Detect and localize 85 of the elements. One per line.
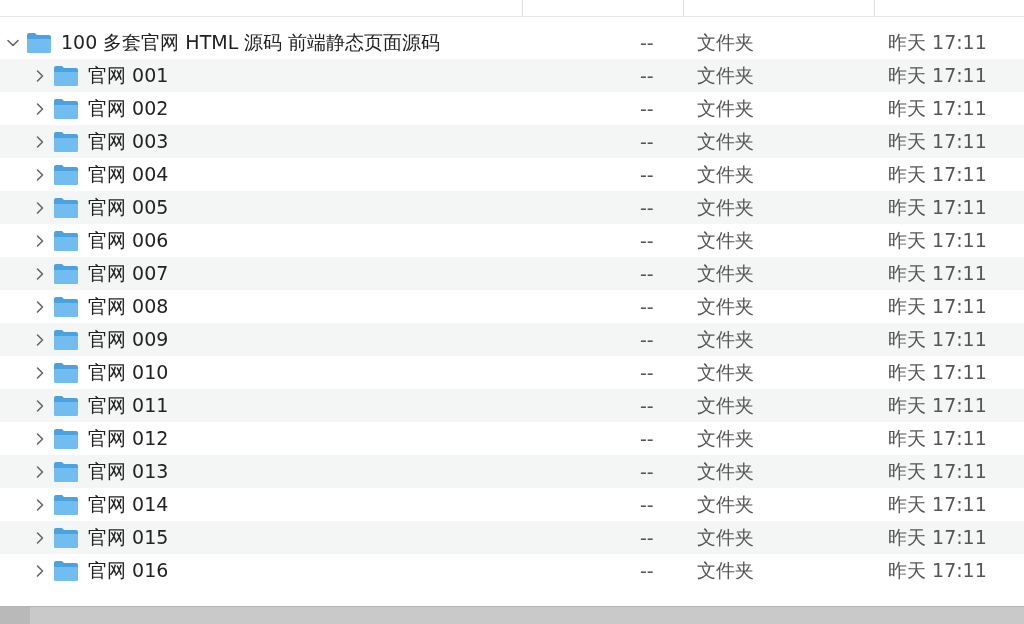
folder-icon	[53, 229, 79, 252]
size-text: --	[640, 229, 655, 252]
date-text: 昨天 17:11	[888, 524, 987, 550]
size-text: --	[640, 31, 655, 54]
folder-icon	[53, 493, 79, 516]
date-text: 昨天 17:11	[888, 425, 987, 451]
size-text: --	[640, 394, 655, 417]
folder-name[interactable]: 官网 005	[88, 194, 169, 221]
folder-name[interactable]: 100 多套官网 HTML 源码 前端静态页面源码	[61, 29, 441, 56]
folder-icon	[53, 559, 79, 582]
date-text: 昨天 17:11	[888, 326, 987, 352]
kind-text: 文件夹	[697, 557, 755, 583]
kind-text: 文件夹	[697, 359, 755, 385]
kind-text: 文件夹	[697, 392, 755, 418]
folder-name[interactable]: 官网 013	[88, 458, 169, 485]
date-text: 昨天 17:11	[888, 392, 987, 418]
date-text: 昨天 17:11	[888, 458, 987, 484]
date-text: 昨天 17:11	[888, 557, 987, 583]
size-text: --	[640, 559, 655, 582]
kind-text: 文件夹	[697, 326, 755, 352]
kind-text: 文件夹	[697, 491, 755, 517]
folder-name[interactable]: 官网 015	[88, 524, 169, 551]
size-text: --	[640, 262, 655, 285]
date-text: 昨天 17:11	[888, 161, 987, 187]
date-text: 昨天 17:11	[888, 293, 987, 319]
date-text: 昨天 17:11	[888, 128, 987, 154]
folder-name[interactable]: 官网 012	[88, 425, 169, 452]
folder-icon	[53, 427, 79, 450]
folder-name[interactable]: 官网 010	[88, 359, 169, 386]
folder-name[interactable]: 官网 003	[88, 128, 169, 155]
date-text: 昨天 17:11	[888, 62, 987, 88]
kind-text: 文件夹	[697, 425, 755, 451]
kind-text: 文件夹	[697, 227, 755, 253]
kind-text: 文件夹	[697, 161, 755, 187]
size-text: --	[640, 427, 655, 450]
folder-name[interactable]: 官网 002	[88, 95, 169, 122]
folder-name[interactable]: 官网 016	[88, 557, 169, 584]
folder-name[interactable]: 官网 009	[88, 326, 169, 353]
size-text: --	[640, 526, 655, 549]
size-text: --	[640, 196, 655, 219]
size-text: --	[640, 64, 655, 87]
size-text: --	[640, 361, 655, 384]
folder-icon	[53, 130, 79, 153]
folder-icon	[53, 163, 79, 186]
folder-icon	[53, 328, 79, 351]
folder-icon	[53, 295, 79, 318]
size-text: --	[640, 295, 655, 318]
date-text: 昨天 17:11	[888, 194, 987, 220]
size-text: --	[640, 328, 655, 351]
size-text: --	[640, 97, 655, 120]
kind-text: 文件夹	[697, 458, 755, 484]
folder-name[interactable]: 官网 007	[88, 260, 169, 287]
folder-icon	[53, 460, 79, 483]
size-text: --	[640, 130, 655, 153]
folder-icon	[53, 97, 79, 120]
date-text: 昨天 17:11	[888, 359, 987, 385]
kind-text: 文件夹	[697, 194, 755, 220]
size-text: --	[640, 493, 655, 516]
kind-text: 文件夹	[697, 128, 755, 154]
date-text: 昨天 17:11	[888, 260, 987, 286]
folder-name[interactable]: 官网 006	[88, 227, 169, 254]
kind-text: 文件夹	[697, 524, 755, 550]
folder-name[interactable]: 官网 008	[88, 293, 169, 320]
date-text: 昨天 17:11	[888, 227, 987, 253]
folder-icon	[53, 196, 79, 219]
kind-text: 文件夹	[697, 29, 755, 55]
folder-name[interactable]: 官网 001	[88, 62, 169, 89]
size-text: --	[640, 460, 655, 483]
folder-icon	[53, 262, 79, 285]
kind-text: 文件夹	[697, 62, 755, 88]
kind-text: 文件夹	[697, 293, 755, 319]
date-text: 昨天 17:11	[888, 29, 987, 55]
folder-icon	[53, 526, 79, 549]
date-text: 昨天 17:11	[888, 491, 987, 517]
folder-name[interactable]: 官网 014	[88, 491, 169, 518]
folder-icon	[53, 64, 79, 87]
kind-text: 文件夹	[697, 260, 755, 286]
size-text: --	[640, 163, 655, 186]
folder-icon	[53, 394, 79, 417]
folder-name[interactable]: 官网 004	[88, 161, 169, 188]
kind-text: 文件夹	[697, 95, 755, 121]
folder-icon	[53, 361, 79, 384]
folder-name[interactable]: 官网 011	[88, 392, 169, 419]
date-text: 昨天 17:11	[888, 95, 987, 121]
folder-icon	[26, 31, 52, 54]
